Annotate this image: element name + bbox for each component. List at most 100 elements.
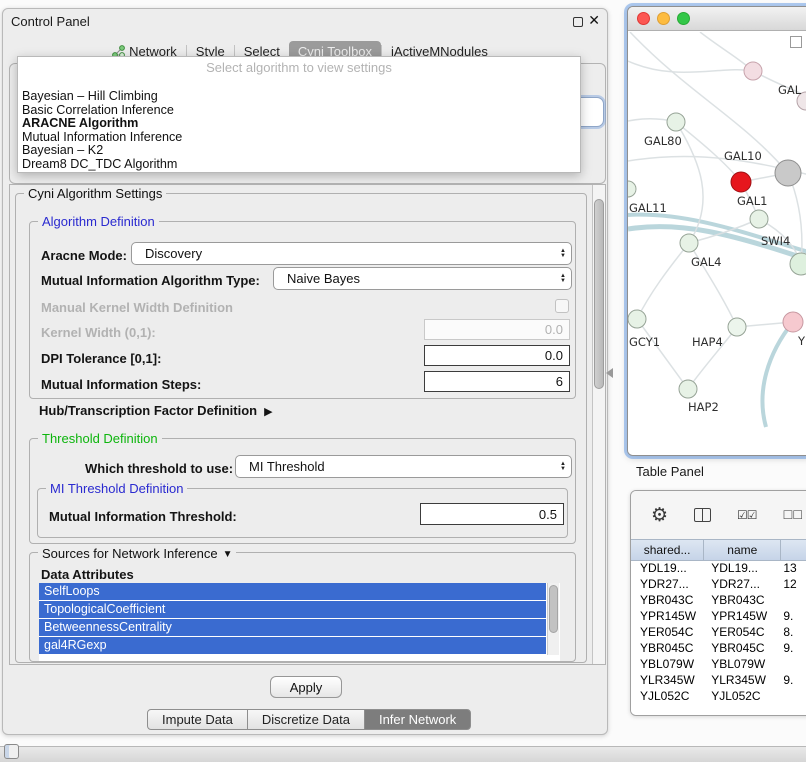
sources-toggle[interactable]: Sources for Network Inference	[38, 545, 236, 562]
cyni-bottom-tabs: Impute Data Discretize Data Infer Networ…	[147, 709, 471, 730]
scrollbar-thumb[interactable]	[549, 585, 558, 633]
manual-kernel-label: Manual Kernel Width Definition	[41, 300, 233, 315]
network-node[interactable]	[750, 210, 768, 228]
network-edge	[630, 32, 788, 173]
mi-threshold-label: Mutual Information Threshold:	[49, 509, 237, 524]
table-row[interactable]: YPR145WYPR145W9.	[631, 609, 806, 625]
attribute-item[interactable]: SelfLoops	[39, 583, 546, 600]
overview-toggle[interactable]	[790, 36, 802, 48]
data-attributes-list: SelfLoopsTopologicalCoefficientBetweenne…	[39, 583, 560, 661]
mi-algorithm-type-select[interactable]: Naive Bayes	[273, 267, 572, 290]
chevron-right-icon	[264, 403, 272, 418]
splitter-handle[interactable]	[606, 368, 613, 378]
table-cell: 8.	[781, 625, 806, 641]
attributes-scrollbar[interactable]	[547, 583, 559, 655]
manual-kernel-checkbox[interactable]	[555, 299, 569, 313]
network-node[interactable]	[680, 234, 698, 252]
table-toolbar	[631, 491, 806, 539]
mi-algorithm-type-value: Naive Bayes	[287, 271, 360, 286]
table-cell: YBL079W	[704, 657, 781, 673]
table-row[interactable]: YBR043CYBR043C	[631, 593, 806, 609]
column-header-cut[interactable]	[781, 540, 806, 560]
select-arrows-icon	[560, 249, 566, 259]
node-label: GCY1	[629, 335, 660, 349]
table-columns-icon[interactable]	[694, 508, 711, 522]
table-header: shared... name	[631, 539, 806, 561]
sources-title: Sources for Network Inference	[42, 546, 218, 561]
node-label: HAP4	[692, 335, 723, 349]
settings-scrollbar[interactable]	[592, 185, 605, 664]
attribute-item[interactable]: BetweennessCentrality	[39, 619, 546, 636]
table-row[interactable]: YDR27...YDR27...12	[631, 577, 806, 593]
which-threshold-select[interactable]: MI Threshold	[235, 455, 572, 478]
select-arrows-icon	[560, 462, 566, 472]
network-node[interactable]	[728, 318, 746, 336]
table-cell: YBR045C	[704, 641, 781, 657]
table-cell: YPR145W	[704, 609, 781, 625]
aracne-mode-select[interactable]: Discovery	[131, 242, 572, 265]
select-arrows-icon	[560, 274, 566, 284]
tab-impute-data[interactable]: Impute Data	[147, 709, 248, 730]
algorithm-option[interactable]: Dream8 DC_TDC Algorithm	[22, 158, 576, 172]
show-panel-button[interactable]	[4, 744, 19, 759]
dpi-tolerance-field[interactable]: 0.0	[424, 345, 570, 366]
network-node[interactable]	[667, 113, 685, 131]
close-traffic-light[interactable]	[637, 12, 650, 25]
algorithm-option[interactable]: ARACNE Algorithm	[22, 117, 576, 131]
network-node[interactable]	[775, 160, 801, 186]
tab-infer-network[interactable]: Infer Network	[364, 709, 471, 730]
column-header-shared[interactable]: shared...	[631, 540, 704, 560]
column-header-name[interactable]: name	[704, 540, 781, 560]
which-threshold-value: MI Threshold	[249, 459, 325, 474]
table-panel-title: Table Panel	[636, 464, 704, 479]
table-cell: YJL052C	[631, 689, 704, 705]
deselect-all-icon[interactable]	[783, 506, 803, 524]
table-row[interactable]: YBR045CYBR045C9.	[631, 641, 806, 657]
attribute-item[interactable]: TopologicalCoefficient	[39, 601, 546, 618]
network-node[interactable]	[744, 62, 762, 80]
scrollbar-thumb[interactable]	[594, 199, 604, 389]
algorithm-definition-title: Algorithm Definition	[38, 214, 159, 229]
apply-button[interactable]: Apply	[270, 676, 342, 698]
network-node[interactable]	[679, 380, 697, 398]
network-node[interactable]	[628, 310, 646, 328]
dpi-tolerance-label: DPI Tolerance [0,1]:	[41, 351, 161, 366]
threshold-definition-title: Threshold Definition	[38, 431, 162, 446]
float-window-icon[interactable]	[573, 17, 583, 27]
table-row[interactable]: YLR345WYLR345W9.	[631, 673, 806, 689]
mi-threshold-field[interactable]: 0.5	[420, 503, 564, 525]
attribute-item[interactable]: gal4RGexp	[39, 637, 546, 654]
table-row[interactable]: YJL052CYJL052C	[631, 689, 806, 705]
table-row[interactable]: YER054CYER054C8.	[631, 625, 806, 641]
table-cell: YLR345W	[631, 673, 704, 689]
hub-definition-toggle[interactable]: Hub/Transcription Factor Definition	[39, 403, 273, 418]
select-all-icon[interactable]	[737, 506, 757, 524]
node-label: GAL1	[737, 194, 768, 208]
tab-discretize-data[interactable]: Discretize Data	[247, 709, 365, 730]
zoom-traffic-light[interactable]	[677, 12, 690, 25]
mi-steps-field[interactable]: 6	[424, 371, 570, 392]
table-cell: YPR145W	[631, 609, 704, 625]
kernel-width-field[interactable]: 0.0	[424, 319, 570, 340]
network-canvas[interactable]: GALGAL80GAL10GAL11GAL1SWI4GAL4GCY1HAP4YH…	[628, 32, 806, 455]
algorithm-option[interactable]: Bayesian – Hill Climbing	[22, 90, 576, 104]
algorithm-option[interactable]: Basic Correlation Inference	[22, 104, 576, 118]
node-label: GAL11	[629, 201, 667, 215]
table-row[interactable]: YDL19...YDL19...13	[631, 561, 806, 577]
table-row[interactable]: YBL079WYBL079W	[631, 657, 806, 673]
node-label: SWI4	[761, 234, 790, 248]
kernel-width-label: Kernel Width (0,1):	[41, 325, 156, 340]
network-node[interactable]	[731, 172, 751, 192]
gear-icon[interactable]	[651, 504, 668, 527]
algorithm-option[interactable]: Mutual Information Inference	[22, 131, 576, 145]
network-edge	[637, 319, 688, 389]
table-cell: YBR043C	[631, 593, 704, 609]
mi-threshold-group-title: MI Threshold Definition	[46, 481, 187, 496]
algorithm-option[interactable]: Bayesian – K2	[22, 144, 576, 158]
minimize-traffic-light[interactable]	[657, 12, 670, 25]
mi-threshold-value: 0.5	[539, 507, 557, 522]
network-node[interactable]	[783, 312, 803, 332]
close-icon[interactable]: ✕	[588, 12, 600, 29]
network-node[interactable]	[628, 181, 636, 197]
dpi-tolerance-value: 0.0	[545, 348, 563, 363]
